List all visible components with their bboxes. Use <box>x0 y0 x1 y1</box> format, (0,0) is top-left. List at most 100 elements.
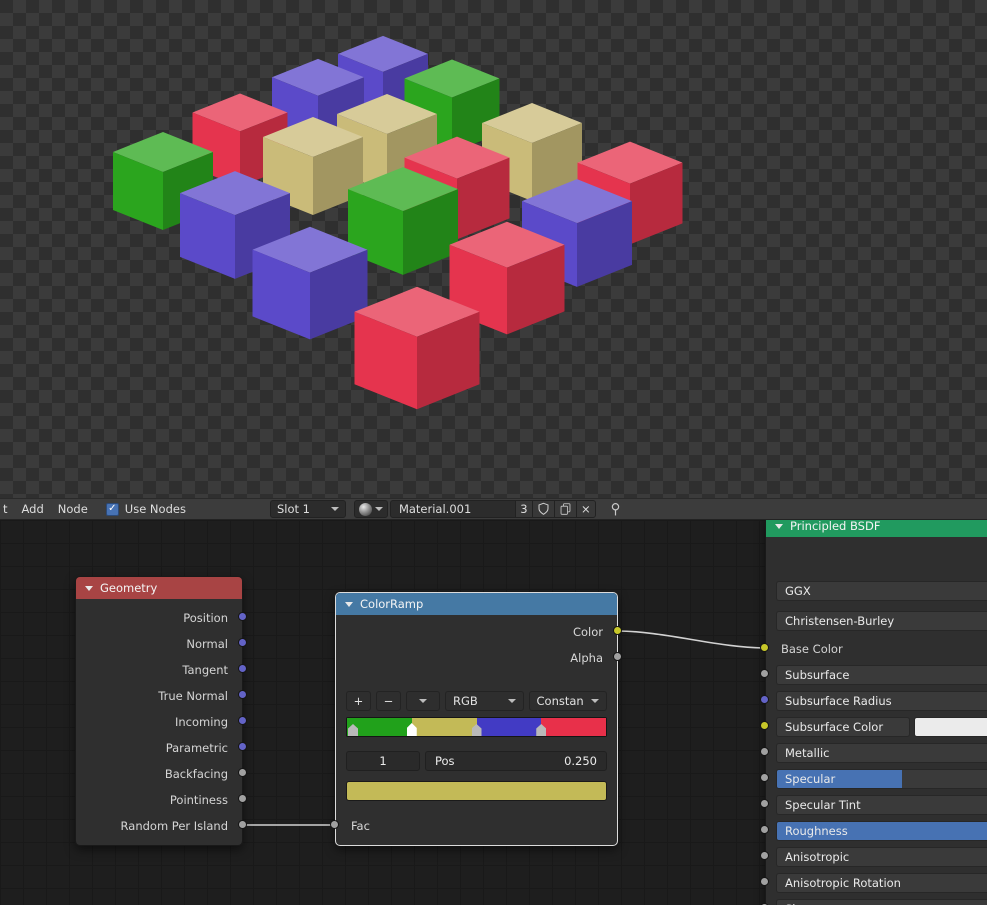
input-subsurface-color: Subsurface Color <box>776 717 987 737</box>
collapse-triangle-icon[interactable] <box>345 601 353 607</box>
ramp-specials-dropdown[interactable] <box>406 691 440 711</box>
colorramp-node-header[interactable]: ColorRamp <box>336 593 617 615</box>
subsurface-radius-field[interactable]: Subsurface Radius <box>776 691 987 711</box>
output-alpha-row: Alpha <box>346 645 607 671</box>
socket-principled-anisotropic-rotation[interactable] <box>759 876 769 886</box>
socket-principled-metallic[interactable] <box>759 746 769 756</box>
input-base-color: Base Color <box>776 639 987 659</box>
subsurface-field[interactable]: Subsurface <box>776 665 987 685</box>
socket-geometry-position[interactable] <box>237 611 247 621</box>
interpolation-label: Constan <box>536 694 584 708</box>
material-name-field[interactable]: Material.001 <box>391 501 515 517</box>
output-normal: Normal <box>186 637 228 651</box>
roughness-field[interactable]: Roughness <box>776 821 987 841</box>
geometry-node-title: Geometry <box>100 581 158 595</box>
anisotropic-field[interactable]: Anisotropic <box>776 847 987 867</box>
principled-bsdf-node[interactable]: Principled BSDF GGX Christensen-Burley B… <box>765 520 987 905</box>
collapse-triangle-icon[interactable] <box>85 585 93 591</box>
anisotropic-rotation-field[interactable]: Anisotropic Rotation <box>776 873 987 893</box>
input-roughness: Roughness <box>776 821 987 841</box>
output-alpha-label: Alpha <box>570 651 603 665</box>
interpolation-dropdown[interactable]: Constan <box>528 691 607 711</box>
subsurface-color-swatch[interactable] <box>914 717 987 737</box>
material-users-button[interactable]: 3 <box>514 501 532 517</box>
socket-principled-base-color[interactable] <box>759 642 769 652</box>
menu-add[interactable]: Add <box>22 502 44 516</box>
node-editor-canvas[interactable]: Geometry Position Normal Tangent True Norma… <box>0 520 987 905</box>
socket-principled-specular-tint[interactable] <box>759 798 769 808</box>
ramp-segment-1 <box>411 718 477 736</box>
shader-editor-header: t Add Node ✓ Use Nodes Slot 1 Material.0… <box>0 498 987 520</box>
delete-stop-button[interactable]: − <box>376 691 401 711</box>
roughness-label: Roughness <box>785 824 848 838</box>
cube-blue[interactable] <box>252 226 368 340</box>
colorramp-node[interactable]: ColorRamp Color Alpha + − RGB Constan 1 … <box>335 592 618 846</box>
socket-geometry-parametric[interactable] <box>237 741 247 751</box>
colorramp-node-title: ColorRamp <box>360 597 424 611</box>
output-true-normal: True Normal <box>158 689 228 703</box>
active-stop-index-field[interactable]: 1 <box>346 751 420 771</box>
geometry-output-list: Position Normal Tangent True Normal Incoming… <box>76 599 242 845</box>
specular-field[interactable]: Specular <box>776 769 987 789</box>
3d-viewport[interactable] <box>0 0 987 498</box>
use-nodes-checkbox[interactable]: ✓ <box>105 502 119 516</box>
socket-geometry-true-normal[interactable] <box>237 689 247 699</box>
socket-geometry-normal[interactable] <box>237 637 247 647</box>
slot-label: Slot 1 <box>276 502 310 516</box>
subsurface-label: Subsurface <box>785 668 850 682</box>
geometry-node-header[interactable]: Geometry <box>76 577 242 599</box>
collapse-triangle-icon[interactable] <box>775 523 783 529</box>
stop-position-field[interactable]: Pos 0.250 <box>425 751 607 771</box>
clipped-menu-fragment[interactable]: t <box>3 502 8 516</box>
active-stop-color-swatch[interactable] <box>346 781 607 801</box>
input-sheen: Sheen <box>776 899 987 905</box>
unlink-material-button[interactable]: × <box>575 501 595 517</box>
colorramp-toolbar: + − RGB Constan <box>346 691 607 711</box>
new-material-button[interactable] <box>553 501 576 517</box>
sheen-field[interactable]: Sheen <box>776 899 987 905</box>
socket-principled-subsurface[interactable] <box>759 668 769 678</box>
pin-toggle[interactable] <box>610 502 621 517</box>
socket-principled-anisotropic[interactable] <box>759 850 769 860</box>
principled-node-header[interactable]: Principled BSDF <box>766 520 987 537</box>
specular-tint-field[interactable]: Specular Tint <box>776 795 987 815</box>
socket-geometry-pointiness[interactable] <box>237 793 247 803</box>
output-position: Position <box>183 611 228 625</box>
socket-geometry-random-per-island[interactable] <box>237 819 247 829</box>
metallic-field[interactable]: Metallic <box>776 743 987 763</box>
use-nodes-label: Use Nodes <box>124 502 186 516</box>
socket-colorramp-fac[interactable] <box>329 819 339 829</box>
color-mode-label: RGB <box>453 694 478 708</box>
fake-user-button[interactable] <box>531 501 554 517</box>
socket-colorramp-alpha[interactable] <box>612 651 622 661</box>
check-icon: ✓ <box>108 503 117 514</box>
socket-principled-specular[interactable] <box>759 772 769 782</box>
socket-geometry-tangent[interactable] <box>237 663 247 673</box>
socket-principled-subsurface-radius[interactable] <box>759 694 769 704</box>
socket-geometry-incoming[interactable] <box>237 715 247 725</box>
socket-geometry-backfacing[interactable] <box>237 767 247 777</box>
input-specular-tint: Specular Tint <box>776 795 987 815</box>
geometry-node[interactable]: Geometry Position Normal Tangent True Norma… <box>75 576 243 846</box>
colorramp-gradient[interactable] <box>346 717 607 737</box>
add-stop-button[interactable]: + <box>346 691 371 711</box>
material-datablock-widget: Material.001 3 × <box>389 500 596 518</box>
material-slot-dropdown[interactable]: Slot 1 <box>269 500 346 518</box>
subsurface-method-dropdown[interactable]: Christensen-Burley <box>776 611 987 631</box>
input-anisotropic-rotation: Anisotropic Rotation <box>776 873 987 893</box>
socket-colorramp-color[interactable] <box>612 625 622 635</box>
browse-material-dropdown[interactable] <box>353 500 388 518</box>
color-mode-dropdown[interactable]: RGB <box>445 691 524 711</box>
principled-node-title: Principled BSDF <box>790 520 881 533</box>
shield-icon <box>538 502 549 515</box>
cube-red[interactable] <box>354 286 480 410</box>
menu-node[interactable]: Node <box>58 502 88 516</box>
socket-principled-roughness[interactable] <box>759 824 769 834</box>
socket-principled-subsurface-color[interactable] <box>759 720 769 730</box>
output-random-per-island: Random Per Island <box>120 819 228 833</box>
pos-label: Pos <box>435 754 455 768</box>
subsurface-color-field[interactable]: Subsurface Color <box>776 717 910 737</box>
ramp-segment-2 <box>476 718 542 736</box>
distribution-dropdown[interactable]: GGX <box>776 581 987 601</box>
chevron-down-icon <box>419 699 427 703</box>
